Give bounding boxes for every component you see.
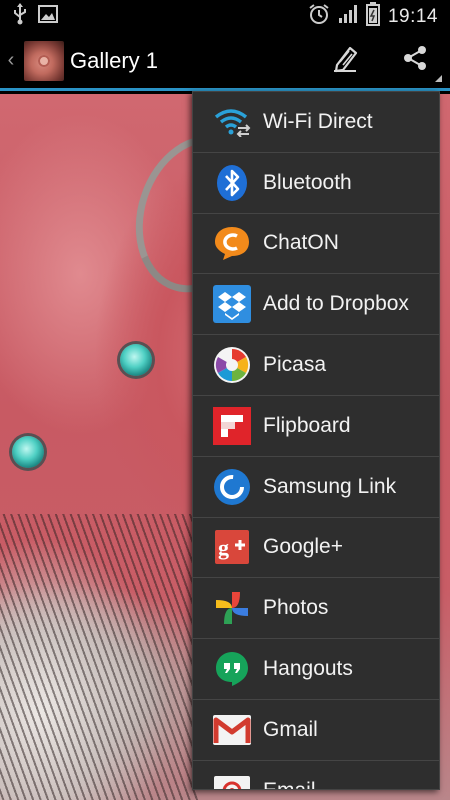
share-option-samsung-link[interactable]: Samsung Link	[193, 457, 439, 518]
bluetooth-icon	[213, 164, 251, 202]
gmail-icon	[213, 711, 251, 749]
share-option-flipboard[interactable]: Flipboard	[193, 396, 439, 457]
chaton-icon	[213, 224, 251, 262]
battery-icon	[365, 2, 380, 31]
svg-text:g: g	[218, 535, 229, 560]
google-photos-icon	[213, 589, 251, 627]
back-chevron-icon[interactable]: ‹	[2, 49, 20, 72]
share-option-label: Google+	[263, 535, 343, 559]
share-option-label: Bluetooth	[263, 170, 352, 194]
share-option-label: Picasa	[263, 353, 327, 377]
flipboard-icon	[213, 406, 251, 445]
share-option-email[interactable]: Email	[193, 761, 439, 789]
dropbox-icon	[213, 285, 251, 324]
hangouts-icon	[213, 650, 251, 688]
share-option-label: Photos	[263, 596, 329, 620]
share-icon	[401, 44, 429, 77]
share-option-bluetooth[interactable]: Bluetooth	[193, 153, 439, 214]
status-time: 19:14	[387, 5, 438, 27]
share-option-dropbox[interactable]: Add to Dropbox	[193, 274, 439, 336]
share-option-label: Email	[263, 779, 316, 789]
gallery-thumbnail[interactable]	[24, 40, 64, 81]
signal-icon	[338, 4, 358, 29]
overflow-indicator-icon	[435, 74, 442, 82]
share-option-photos[interactable]: Photos	[193, 578, 439, 640]
earring-stud-lower	[12, 436, 44, 468]
page-title[interactable]: Gallery 1	[70, 48, 158, 74]
share-option-label: Flipboard	[263, 413, 351, 437]
samsung-link-icon	[213, 468, 251, 506]
google-plus-icon: g	[213, 528, 251, 566]
edit-button[interactable]	[310, 32, 380, 90]
share-option-label: Samsung Link	[263, 474, 397, 498]
share-option-picasa[interactable]: Picasa	[193, 335, 439, 396]
share-option-label: Gmail	[263, 717, 318, 741]
edit-pencil-icon	[330, 43, 360, 78]
share-option-hangouts[interactable]: Hangouts	[193, 639, 439, 700]
alarm-icon	[308, 3, 330, 30]
share-option-chaton[interactable]: ChatON	[193, 214, 439, 275]
share-option-label: Wi-Fi Direct	[263, 109, 373, 133]
wifi-direct-icon	[213, 103, 251, 141]
share-menu: Wi-Fi Direct Bluetooth ChatON Add to Dro…	[192, 91, 440, 790]
share-option-gmail[interactable]: Gmail	[193, 700, 439, 761]
action-bar: ‹ Gallery 1	[0, 33, 450, 91]
image-notification-icon	[38, 5, 58, 28]
picasa-icon	[213, 346, 251, 384]
earring-stud-upper	[120, 344, 152, 376]
share-option-wifi-direct[interactable]: Wi-Fi Direct	[193, 92, 439, 153]
share-button[interactable]	[380, 32, 450, 90]
hair-area	[0, 514, 200, 800]
share-option-label: ChatON	[263, 231, 339, 255]
status-bar: 19:14	[0, 0, 450, 33]
share-option-label: Hangouts	[263, 657, 353, 681]
share-option-google-plus[interactable]: g Google+	[193, 518, 439, 579]
usb-icon	[12, 3, 28, 30]
email-icon	[213, 772, 251, 789]
share-option-label: Add to Dropbox	[263, 292, 409, 316]
